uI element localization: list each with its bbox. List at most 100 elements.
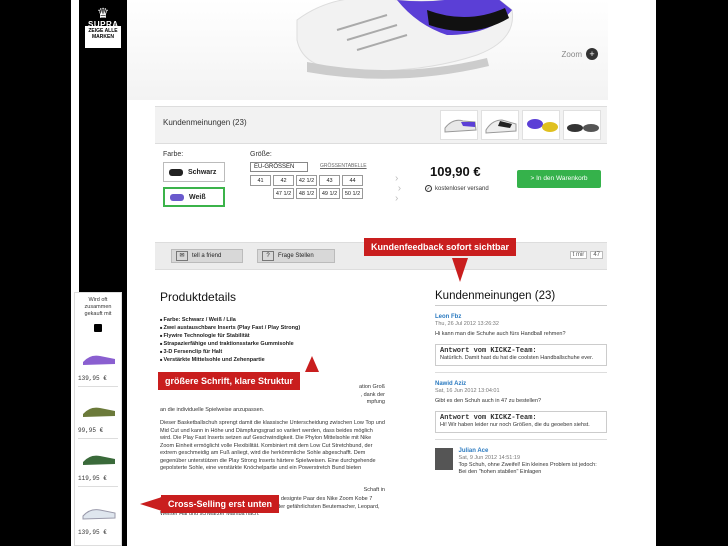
shoe-thumb-icon — [567, 124, 599, 132]
review-date: Sat, 16 Jun 2012 13:04:01 — [435, 388, 500, 394]
callout-feedback: Kundenfeedback sofort sichtbar — [364, 238, 517, 256]
size-option[interactable]: 49 1/2 — [319, 188, 340, 199]
zoom-control[interactable]: Zoom + — [562, 48, 598, 60]
callout-pointer — [452, 258, 468, 282]
right-black-bar — [656, 0, 728, 546]
callout-cross-selling: Cross-Selling erst unten — [161, 495, 280, 513]
size-option[interactable]: 44 — [342, 175, 363, 186]
product-image-area: Zoom + — [127, 0, 608, 100]
size-system-select[interactable]: EU-GRÖSSEN — [250, 162, 308, 172]
black-shoe-icon — [169, 168, 183, 176]
like-widget[interactable]: t mir 47 — [569, 251, 603, 259]
frequently-bought-together: Wird oft zusammen gekauft mit 139,95 € 9… — [74, 292, 122, 546]
callout-pointer — [140, 497, 162, 511]
shoe-thumb-icon — [527, 119, 558, 132]
reviewer-name[interactable]: Nawid Aziz — [435, 381, 607, 388]
check-icon: ✓ — [425, 185, 432, 192]
shoe-thumb-icon — [83, 355, 115, 365]
tell-a-friend-label: tell a friend — [192, 252, 222, 259]
answer-text: Natürlich. Damit hast du hat die coolste… — [440, 355, 594, 361]
divider — [435, 372, 607, 373]
shoe-image — [296, 0, 514, 79]
size-grid: 41 42 42 1/2 43 44 47 1/2 48 1/2 49 1/2 … — [250, 175, 386, 199]
zoom-plus-icon[interactable]: + — [586, 48, 598, 60]
review-text: Hi kann man die Schuhe auch fürs Handbal… — [435, 331, 566, 337]
size-option[interactable]: 42 1/2 — [296, 175, 317, 186]
shipping-info: ✓ kostenloser versand — [425, 185, 489, 192]
details-title: Produktdetails — [160, 290, 237, 304]
callout-pointer — [305, 356, 319, 372]
details-paragraph: Dieser Basketballschuh sprengt damit die… — [160, 420, 385, 471]
purchase-options: Farbe: Schwarz Weiß Größe: EU-GRÖSSEN GR… — [155, 146, 607, 216]
shoe-thumb-icon — [485, 119, 517, 134]
feature-item: Zwei austauschbare Inserts (Play Fast / … — [160, 324, 385, 332]
white-shoe-icon — [170, 193, 184, 201]
thumbnail-3[interactable] — [522, 110, 560, 140]
feature-item: Verstärkte Mittelsohle und Zehenpartie — [160, 356, 385, 364]
callout-font: größere Schrift, klare Struktur — [158, 372, 301, 390]
review-text: Top Schuh, ohne Zweifel! Ein kleines Pro… — [458, 462, 597, 475]
divider — [78, 486, 118, 487]
tell-a-friend-button[interactable]: ✉ tell a friend — [171, 249, 243, 263]
sidebar-price: 119,95 € — [78, 475, 107, 482]
product-details: Produktdetails Farbe: Schwarz / Weiß / L… — [160, 290, 385, 519]
ask-question-button[interactable]: ? Frage Stellen — [257, 249, 335, 263]
shipping-text: kostenloser versand — [435, 185, 489, 192]
crown-icon: ♛ — [96, 5, 110, 21]
review-item: Nawid Aziz Sat, 16 Jun 2012 13:04:01 Gib… — [435, 381, 607, 440]
size-spacer — [250, 188, 271, 199]
reviews-title: Kundenmeinungen (23) — [435, 290, 607, 306]
size-option[interactable]: 50 1/2 — [342, 188, 363, 199]
shoe-thumb-icon — [83, 407, 115, 417]
price: 109,90 € — [430, 164, 481, 179]
review-date: Sat, 9 Jun 2012 14:51:19 — [458, 455, 520, 461]
feature-list: Farbe: Schwarz / Weiß / Lila Zwei austau… — [160, 316, 385, 364]
size-table-link[interactable]: GRÖSSENTABELLE — [320, 163, 367, 169]
color-option-label: Schwarz — [188, 168, 217, 176]
team-answer: Antwort vom KICKZ-Team: Hi! Wir haben le… — [435, 411, 607, 433]
reviews-strip-title[interactable]: Kundenmeinungen (23) — [163, 118, 247, 127]
question-icon: ? — [262, 251, 274, 261]
sidebar-product[interactable]: 99,95 € — [78, 405, 118, 439]
sidebar-product[interactable]: 139,95 € — [78, 353, 118, 387]
size-option[interactable]: 41 — [250, 175, 271, 186]
reviews-strip: Kundenmeinungen (23) — [155, 106, 607, 144]
sidebar-product[interactable]: 139,95 € — [78, 507, 118, 536]
review-text: Gibt es den Schuh auch in 47 zu bestelle… — [435, 398, 542, 404]
thumbnail-4[interactable] — [563, 110, 601, 140]
thumbnail-gallery — [440, 110, 601, 140]
sidebar-price: 139,95 € — [78, 529, 107, 536]
avatar — [435, 448, 453, 470]
sidebar-price: 99,95 € — [78, 427, 104, 434]
size-option[interactable]: 47 1/2 — [273, 188, 294, 199]
review-date: Thu, 26 Jul 2012 13:26:32 — [435, 321, 499, 327]
shoe-thumb-icon — [82, 509, 116, 520]
sidebar-product[interactable]: 119,95 € — [78, 453, 118, 487]
answer-title: Antwort vom KICKZ-Team: — [440, 347, 537, 355]
size-spacer — [365, 175, 386, 186]
answer-title: Antwort vom KICKZ-Team: — [440, 414, 537, 422]
feature-item: 3-D Fersenclip für Halt — [160, 348, 385, 356]
color-label: Farbe: — [163, 151, 184, 158]
left-black-bar — [0, 0, 71, 546]
reviewer-name[interactable]: Julian Ace — [459, 448, 599, 455]
text-fragment: mpfung — [366, 399, 385, 405]
brand-mini-logo-icon — [94, 324, 102, 332]
all-brands-button[interactable]: ZEIGE ALLE MARKEN — [85, 26, 121, 48]
reviewer-name[interactable]: Leon Fbz — [435, 314, 607, 321]
size-option[interactable]: 48 1/2 — [296, 188, 317, 199]
page: ♛ SUPRA ZEIGE ALLE MARKEN Zoom + Kundenm… — [0, 0, 728, 546]
add-to-cart-button[interactable]: > In den Warenkorb — [517, 170, 601, 188]
like-count: 47 — [590, 251, 603, 259]
shoe-thumb-icon — [444, 119, 477, 133]
thumbnail-2[interactable] — [481, 110, 519, 140]
color-option-black[interactable]: Schwarz — [163, 162, 225, 182]
size-option[interactable]: 42 — [273, 175, 294, 186]
thumbnail-1[interactable] — [440, 110, 478, 140]
divider — [78, 386, 118, 387]
sidebar-price: 139,95 € — [78, 375, 107, 382]
review-item: Julian Ace Sat, 9 Jun 2012 14:51:19 Top … — [435, 448, 607, 476]
envelope-icon: ✉ — [176, 251, 188, 261]
color-option-white[interactable]: Weiß — [163, 187, 225, 207]
size-option[interactable]: 43 — [319, 175, 340, 186]
